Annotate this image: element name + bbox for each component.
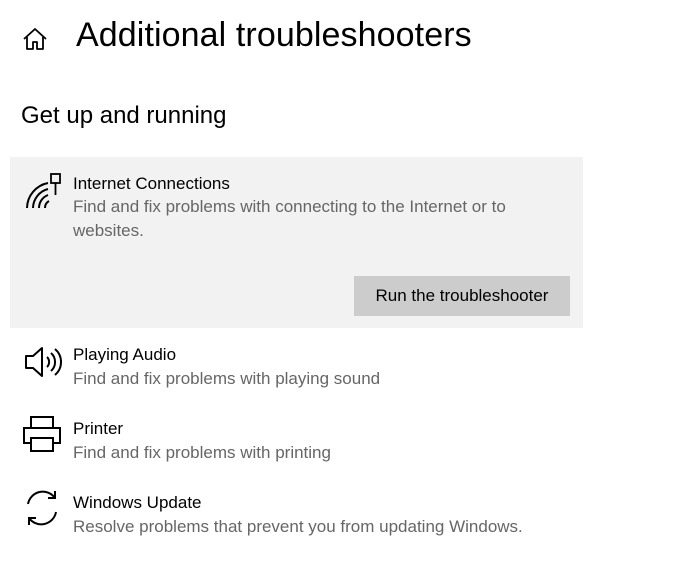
troubleshooter-title: Playing Audio (73, 345, 177, 364)
run-troubleshooter-button[interactable]: Run the troubleshooter (354, 276, 570, 316)
home-icon[interactable] (22, 26, 48, 52)
sync-icon (27, 490, 57, 526)
troubleshooter-description: Find and fix problems with playing sound (73, 369, 381, 388)
section-title: Get up and running (21, 102, 227, 129)
printer-icon (23, 416, 61, 452)
troubleshooter-description: Resolve problems that prevent you from u… (73, 517, 523, 536)
troubleshooter-title: Internet Connections (73, 174, 230, 193)
troubleshooter-internet-connections[interactable]: Internet Connections Find and fix proble… (10, 157, 583, 328)
troubleshooter-title: Printer (73, 419, 124, 438)
wifi-network-icon (26, 173, 61, 209)
page-title: Additional troubleshooters (76, 16, 472, 54)
troubleshooter-title: Windows Update (73, 493, 202, 512)
speaker-icon (25, 347, 62, 377)
troubleshooter-windows-update[interactable]: Windows Update Resolve problems that pre… (10, 486, 583, 548)
troubleshooter-description: Find and fix problems with printing (73, 443, 331, 462)
troubleshooter-description: Find and fix problems with connecting to… (73, 197, 506, 240)
troubleshooter-printer[interactable]: Printer Find and fix problems with print… (10, 412, 583, 474)
troubleshooter-playing-audio[interactable]: Playing Audio Find and fix problems with… (10, 338, 583, 400)
